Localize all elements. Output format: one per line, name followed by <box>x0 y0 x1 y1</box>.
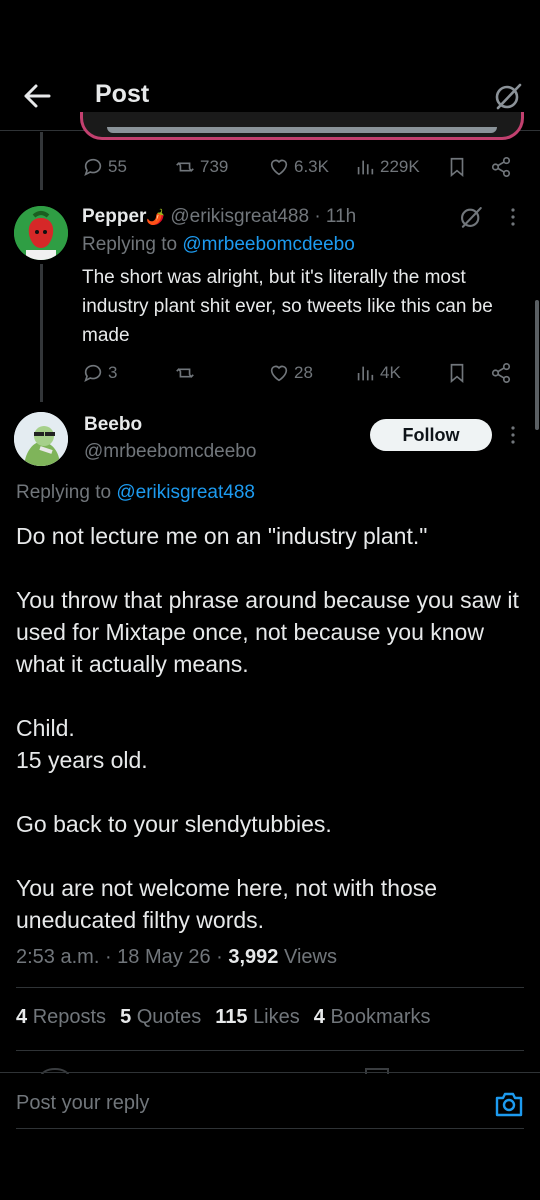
repost-icon <box>176 368 194 378</box>
more-options-icon[interactable] <box>504 206 522 228</box>
engagement-stats: 4 Reposts 5 Quotes 115 Likes 4 Bookmarks <box>16 1006 430 1029</box>
grok-icon[interactable] <box>458 204 484 230</box>
post-line: You throw that phrase around because you… <box>16 587 519 677</box>
like-count: 6.3K <box>294 157 329 176</box>
post-line: You are not welcome here, not with those… <box>16 875 438 933</box>
views-count: 229K <box>380 157 420 176</box>
post-handle[interactable]: @mrbeebomcdeebo <box>84 441 256 463</box>
follow-button[interactable]: Follow <box>370 419 492 451</box>
bookmark-icon[interactable] <box>446 362 468 384</box>
avatar-image <box>14 412 68 466</box>
post-display-name[interactable]: Beebo <box>84 414 142 436</box>
likes-stat[interactable]: 115 Likes <box>215 1006 300 1029</box>
post-replying-to: Replying to @erikisgreat488 <box>16 482 255 503</box>
reply-replying-to: Replying to @mrbeebomcdeebo <box>82 234 355 255</box>
like-button[interactable]: 6.3K <box>268 156 329 178</box>
heart-icon <box>270 365 288 382</box>
reply-display-name[interactable]: Pepper <box>82 206 146 227</box>
quotes-stat[interactable]: 5 Quotes <box>120 1006 201 1029</box>
stats-divider-top <box>16 987 524 988</box>
page-title: Post <box>95 80 150 108</box>
repost-button[interactable]: 739 <box>174 156 228 178</box>
post-line: Do not lecture me on an "industry plant.… <box>16 523 428 549</box>
bookmarks-stat[interactable]: 4 Bookmarks <box>314 1006 431 1029</box>
reply-button[interactable]: 55 <box>82 156 127 178</box>
avatar-image <box>14 206 68 260</box>
composer-underline <box>16 1128 524 1129</box>
like-button[interactable]: 28 <box>268 362 313 384</box>
camera-icon[interactable] <box>494 1090 524 1118</box>
views-button[interactable]: 4K <box>354 362 401 384</box>
post-meta: 2:53 a.m. · 18 May 26 · 3,992 Views <box>16 946 337 968</box>
post-line: Child. <box>16 715 75 741</box>
reply-input[interactable]: Post your reply <box>16 1092 149 1115</box>
share-icon[interactable] <box>490 362 512 384</box>
thread-line <box>40 132 43 190</box>
post-views-count: 3,992 <box>228 946 279 968</box>
reply-handle[interactable]: @erikisgreat488 <box>170 206 309 227</box>
reply-icon <box>84 364 102 382</box>
bookmark-icon[interactable] <box>446 156 468 178</box>
chili-pepper-icon: 🌶️ <box>146 209 166 226</box>
views-icon <box>357 366 374 381</box>
reply-time: · 11h <box>314 206 357 227</box>
post-line: 15 years old. <box>16 747 148 773</box>
views-button[interactable]: 229K <box>354 156 420 178</box>
post-line: Go back to your slendytubbies. <box>16 811 332 837</box>
avatar-beebo[interactable] <box>14 412 68 466</box>
share-icon[interactable] <box>490 156 512 178</box>
views-icon <box>357 160 374 175</box>
heart-icon <box>270 159 288 176</box>
replying-to-link[interactable]: @mrbeebomcdeebo <box>182 234 354 255</box>
post-time: 2:53 a.m. <box>16 946 100 968</box>
thread-line <box>40 264 43 402</box>
views-count: 4K <box>380 363 401 382</box>
repost-count: 739 <box>200 157 229 176</box>
avatar-pepper[interactable] <box>14 206 68 260</box>
grok-icon[interactable] <box>492 80 524 112</box>
hidden-action-row <box>0 1068 540 1074</box>
reply-count: 55 <box>108 157 127 176</box>
stats-divider-bottom <box>16 1050 524 1051</box>
back-arrow-icon[interactable] <box>22 82 52 110</box>
reply-count: 3 <box>108 363 118 382</box>
post-text: Do not lecture me on an "industry plant.… <box>16 520 526 936</box>
reply-icon <box>84 158 102 176</box>
repost-icon <box>176 162 194 172</box>
reply-text: The short was alright, but it's literall… <box>82 267 493 346</box>
scrollbar[interactable] <box>535 300 539 430</box>
composer-divider <box>0 1072 540 1073</box>
post-date: 18 May 26 <box>117 946 211 968</box>
repost-button[interactable] <box>174 362 200 384</box>
like-count: 28 <box>294 363 313 382</box>
media-card[interactable] <box>80 112 524 140</box>
post-views-label: Views <box>283 946 337 968</box>
reposts-stat[interactable]: 4 Reposts <box>16 1006 106 1029</box>
reply-header: Pepper🌶️ @erikisgreat488 · 11h <box>82 206 356 228</box>
more-options-icon[interactable] <box>504 424 522 446</box>
reply-button[interactable]: 3 <box>82 362 117 384</box>
replying-to-link[interactable]: @erikisgreat488 <box>116 482 255 503</box>
